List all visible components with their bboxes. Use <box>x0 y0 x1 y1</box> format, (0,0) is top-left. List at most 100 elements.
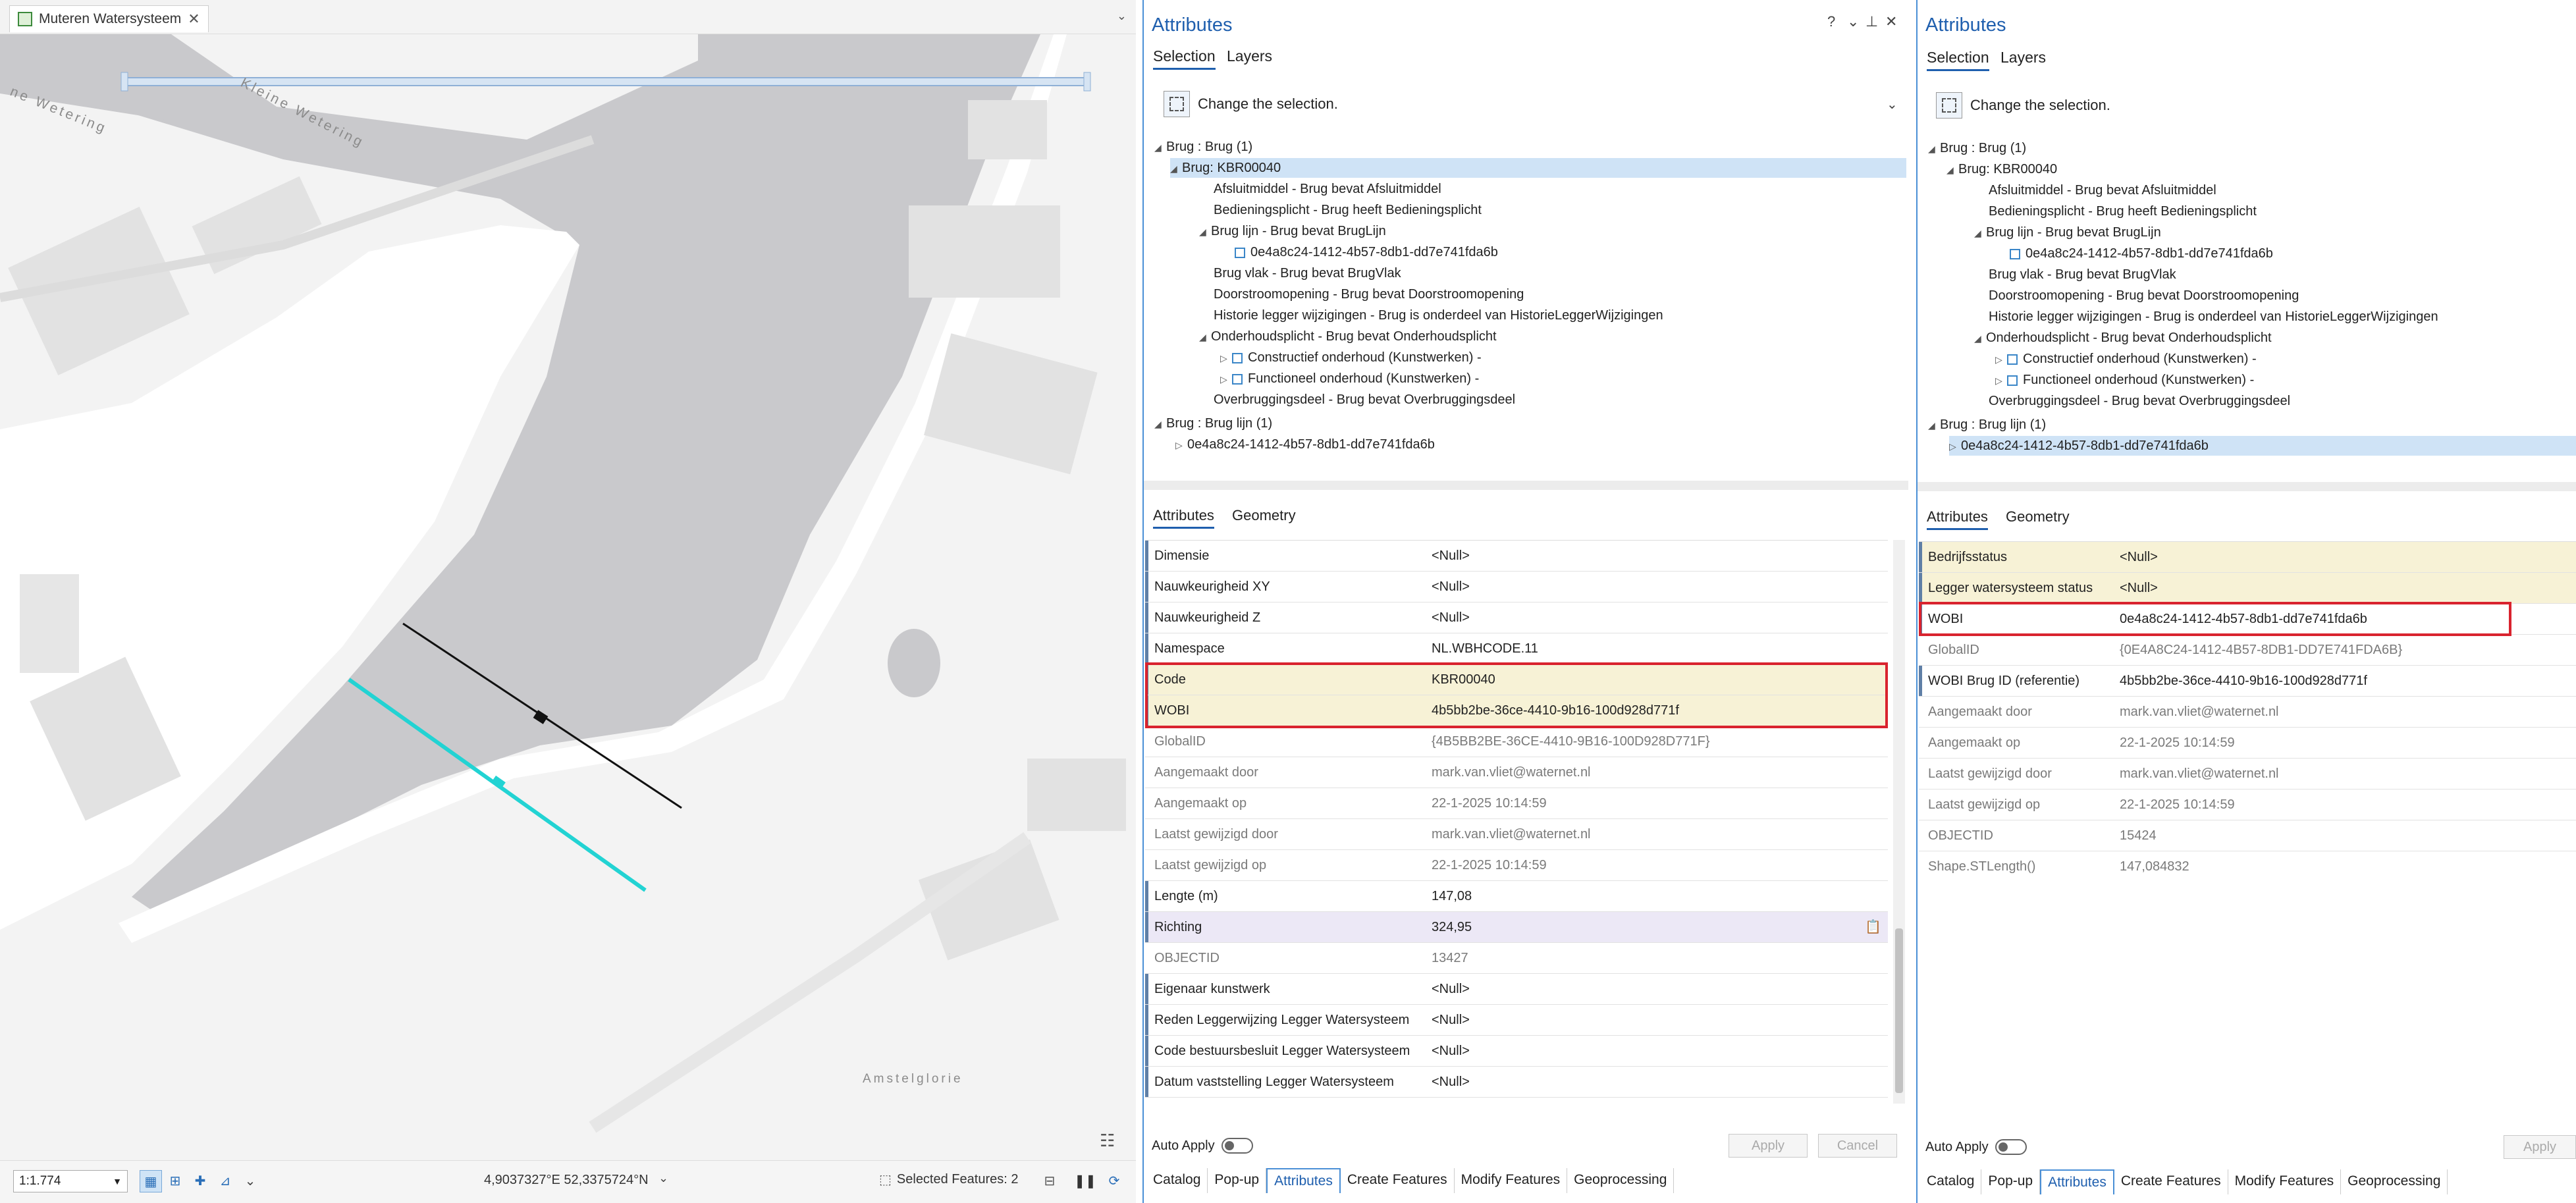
expand-icon[interactable]: ◢ <box>1928 139 1940 159</box>
map-canvas[interactable]: Kleine Wetering ne Wetering Amstelglorie… <box>0 34 1136 1160</box>
chevron-down-icon[interactable]: ⌄ <box>1117 9 1127 23</box>
scale-selector[interactable]: 1:1.774 ▼ <box>13 1170 128 1192</box>
tab-layers[interactable]: Layers <box>1227 47 1272 65</box>
tree-node[interactable]: ◢ Brug : Brug (1) <box>1154 137 1252 157</box>
table-row[interactable]: Legger watersysteem status <Null> <box>1919 573 2576 604</box>
scrollbar-thumb[interactable] <box>1895 928 1903 1093</box>
chevron-down-icon[interactable]: ⌄ <box>658 1171 668 1185</box>
correction-icon[interactable]: ⊿ <box>215 1170 236 1191</box>
apply-button[interactable]: Apply <box>1729 1134 1808 1158</box>
close-icon[interactable]: ✕ <box>188 11 200 28</box>
cancel-button[interactable]: Cancel <box>1818 1134 1897 1158</box>
refresh-icon[interactable]: ⟳ <box>1104 1170 1125 1191</box>
expand-icon[interactable]: ◢ <box>1974 329 1986 348</box>
map-document-tab[interactable]: Muteren Watersysteem ✕ <box>9 5 209 32</box>
tree-node[interactable]: Afsluitmiddel - Brug bevat Afsluitmiddel <box>1214 179 1441 199</box>
tab-catalog[interactable]: Catalog <box>1920 1169 1982 1194</box>
tree-node[interactable]: ◢ Brug : Brug (1) <box>1928 138 2026 158</box>
expand-icon[interactable]: ▷ <box>1995 371 2007 390</box>
tab-attributes[interactable]: Attributes <box>1927 508 1988 530</box>
tab-modify-features[interactable]: Modify Features <box>2228 1169 2342 1194</box>
tree-node[interactable]: ▷ 0e4a8c24-1412-4b57-8db1-dd7e741fda6b <box>1175 435 1435 454</box>
table-row[interactable]: Bedrijfsstatus <Null> <box>1919 542 2576 573</box>
tree-node[interactable]: Brug vlak - Brug bevat BrugVlak <box>1214 263 1401 283</box>
tree-node[interactable]: ◢ Brug: KBR00040 <box>1946 159 2057 179</box>
expand-icon[interactable]: ◢ <box>1199 222 1211 242</box>
tree-node[interactable]: ▷ Functioneel onderhoud (Kunstwerken) - <box>1995 370 2254 390</box>
expand-icon[interactable]: ▷ <box>1175 435 1187 455</box>
tree-node[interactable]: Doorstroomopening - Brug bevat Doorstroo… <box>1214 284 1524 304</box>
expand-icon[interactable]: ▷ <box>1995 350 2007 369</box>
table-row[interactable]: Datum vaststelling Legger Watersysteem <N… <box>1145 1067 1888 1098</box>
tab-attributes[interactable]: Attributes <box>1153 507 1214 529</box>
table-row[interactable]: Reden Leggerwijzing Legger Watersysteem <… <box>1145 1005 1888 1036</box>
tree-node[interactable]: ▷ Functioneel onderhoud (Kunstwerken) - <box>1220 369 1479 388</box>
tree-node[interactable]: ◢ Brug lijn - Brug bevat BrugLijn <box>1974 223 2161 242</box>
tab-selection[interactable]: Selection <box>1153 47 1216 70</box>
change-selection-dropdown[interactable]: Change the selection. <box>1164 91 1338 117</box>
selected-features-indicator[interactable]: ⬚ Selected Features: 2 <box>879 1171 1018 1188</box>
tab-popup[interactable]: Pop-up <box>1208 1168 1267 1193</box>
splitter[interactable] <box>1144 481 1908 490</box>
tree-node[interactable]: Afsluitmiddel - Brug bevat Afsluitmiddel <box>1989 180 2216 200</box>
expand-icon[interactable]: ▷ <box>1220 369 1232 389</box>
tab-geoprocessing[interactable]: Geoprocessing <box>2341 1169 2448 1194</box>
legend-icon[interactable]: ☷ <box>1100 1131 1115 1151</box>
clipboard-icon[interactable]: 📋 <box>1865 919 1881 935</box>
table-row[interactable]: Code bestuursbesluit Legger Watersysteem… <box>1145 1036 1888 1067</box>
tree-node[interactable]: ◢ Onderhoudsplicht - Brug bevat Onderhoud… <box>1974 328 2272 348</box>
close-icon[interactable]: ✕ <box>1885 13 1897 30</box>
expand-icon[interactable]: ◢ <box>1154 414 1166 434</box>
chevron-down-icon[interactable]: ⌄ <box>1887 96 1898 113</box>
auto-apply-toggle[interactable]: Auto Apply <box>1925 1139 2027 1155</box>
expand-icon[interactable]: ◢ <box>1928 415 1940 435</box>
table-row[interactable]: Dimensie <Null> <box>1145 541 1888 572</box>
tree-node-selected[interactable]: ◢ Brug: KBR00040 <box>1170 158 1906 178</box>
table-row[interactable]: Richting 324,95 📋 <box>1145 912 1888 943</box>
toggle-switch[interactable] <box>1995 1139 2027 1155</box>
constraints-icon[interactable]: ✚ <box>190 1170 211 1191</box>
tab-popup[interactable]: Pop-up <box>1981 1169 2041 1194</box>
tree-node[interactable]: Overbruggingsdeel - Brug bevat Overbrugg… <box>1214 390 1515 410</box>
change-selection-dropdown[interactable]: Change the selection. <box>1936 92 2110 119</box>
tree-node[interactable]: 0e4a8c24-1412-4b57-8db1-dd7e741fda6b <box>2010 244 2273 263</box>
table-row[interactable]: Nauwkeurigheid XY <Null> <box>1145 572 1888 602</box>
tree-node[interactable]: 0e4a8c24-1412-4b57-8db1-dd7e741fda6b <box>1235 242 1498 262</box>
tab-create-features[interactable]: Create Features <box>2114 1169 2228 1194</box>
chevron-down-icon[interactable]: ⌄ <box>240 1170 261 1191</box>
tree-node[interactable]: ◢ Onderhoudsplicht - Brug bevat Onderhoud… <box>1199 327 1497 346</box>
tab-selection[interactable]: Selection <box>1927 49 1989 71</box>
tree-node[interactable]: Doorstroomopening - Brug bevat Doorstroo… <box>1989 286 2299 306</box>
table-row[interactable]: WOBI Brug ID (referentie) 4b5bb2be-36ce-4… <box>1919 666 2576 697</box>
tree-node[interactable]: Bedieningsplicht - Brug heeft Bedienings… <box>1989 201 2257 221</box>
expand-icon[interactable]: ▷ <box>1220 348 1232 368</box>
tab-geometry[interactable]: Geometry <box>2006 508 2070 525</box>
tree-node[interactable]: ◢ Brug : Brug lijn (1) <box>1154 414 1272 433</box>
pin-icon[interactable]: ⊥ <box>1865 13 1878 30</box>
grid-icon[interactable]: ⊞ <box>165 1170 186 1191</box>
tab-layers[interactable]: Layers <box>2000 49 2046 67</box>
expand-icon[interactable]: ◢ <box>1974 223 1986 243</box>
tree-node[interactable]: Brug vlak - Brug bevat BrugVlak <box>1989 265 2176 284</box>
filter-icon[interactable]: ⊟ <box>1039 1170 1060 1191</box>
tree-node[interactable]: Historie legger wijzigingen - Brug is on… <box>1989 307 2438 327</box>
table-row[interactable]: Nauwkeurigheid Z <Null> <box>1145 602 1888 633</box>
expand-icon[interactable]: ◢ <box>1199 327 1211 347</box>
table-row[interactable]: Eigenaar kunstwerk <Null> <box>1145 974 1888 1005</box>
help-icon[interactable]: ? <box>1827 13 1835 30</box>
tab-attributes-dock[interactable]: Attributes <box>2040 1169 2114 1194</box>
expand-icon[interactable]: ◢ <box>1946 160 1958 180</box>
tab-geometry[interactable]: Geometry <box>1232 507 1296 524</box>
expand-icon[interactable]: ▷ <box>1949 437 1961 456</box>
tab-create-features[interactable]: Create Features <box>1341 1168 1455 1193</box>
tab-catalog[interactable]: Catalog <box>1146 1168 1208 1193</box>
toggle-switch[interactable] <box>1221 1138 1253 1154</box>
snapping-icon[interactable]: ▦ <box>140 1170 162 1192</box>
chevron-down-icon[interactable]: ⌄ <box>1847 13 1859 30</box>
pause-icon[interactable]: ❚❚ <box>1074 1170 1096 1191</box>
tree-node[interactable]: ◢ Brug : Brug lijn (1) <box>1928 415 2046 435</box>
tab-modify-features[interactable]: Modify Features <box>1455 1168 1568 1193</box>
splitter[interactable] <box>1918 482 2576 491</box>
auto-apply-toggle[interactable]: Auto Apply <box>1152 1138 1253 1154</box>
tab-attributes-dock[interactable]: Attributes <box>1266 1168 1341 1193</box>
